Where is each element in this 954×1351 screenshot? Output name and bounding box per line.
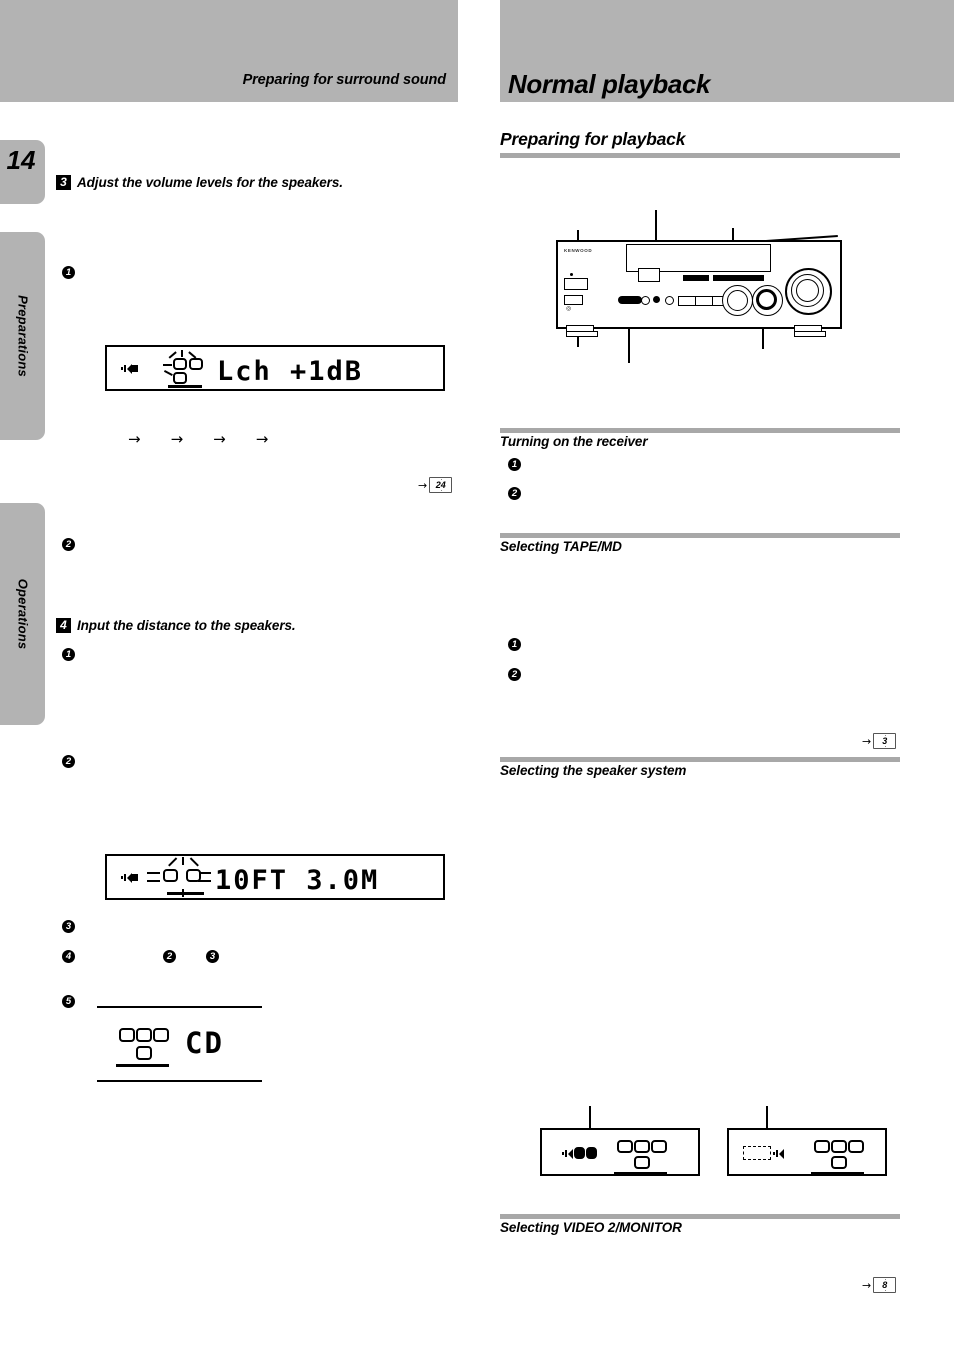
running-head: Preparing for surround sound: [242, 72, 447, 88]
arrow-3: →: [213, 430, 226, 448]
book-icon: 8: [873, 1277, 897, 1293]
sidebar-tab-preparations[interactable]: Preparations: [0, 232, 45, 440]
inline-reference-2: 2: [163, 950, 176, 963]
speaker-box-subwoofer: [831, 1156, 847, 1169]
speaker-box-front-left: [617, 1140, 633, 1153]
page-number: 14: [6, 145, 36, 175]
step-3-bullet-1: 1: [62, 266, 75, 279]
step-4-heading: 4 Input the distance to the speakers.: [56, 617, 296, 635]
speaker-box-center: [136, 1028, 152, 1042]
page-reference-3[interactable]: → 3: [862, 733, 897, 749]
step-3-heading: 3 Adjust the volume levels for the speake…: [56, 174, 343, 192]
turning-on-bullet-2: 2: [508, 487, 521, 500]
blinking-speaker-indicator: [162, 350, 217, 388]
display-underbar: [167, 892, 204, 895]
main-section-title: Preparing for playback: [500, 129, 686, 149]
display-underbar: [116, 1064, 169, 1067]
page-reference-number: 24: [434, 480, 447, 490]
step-4-title: Input the distance to the speakers.: [77, 618, 296, 634]
display-underbar: [614, 1172, 667, 1175]
page-reference-arrow: →: [862, 1278, 872, 1292]
arrow-2: →: [170, 430, 184, 448]
level-display: Lch +1dB: [105, 345, 445, 391]
speaker-box-front-right: [189, 358, 203, 370]
source-display: CD: [97, 1006, 262, 1082]
speaker-box-right: [186, 869, 201, 882]
source-display-bottom-rule: [97, 1080, 262, 1082]
speaker-icon: [773, 1148, 789, 1159]
source-display-text: CD: [185, 1026, 224, 1060]
blinking-speaker-indicator: [147, 857, 219, 899]
page-reference-8[interactable]: → 8: [862, 1277, 897, 1293]
page-reference-arrow: →: [862, 734, 872, 748]
step-4-bullet-3: 3: [62, 920, 75, 933]
speaker-box-center: [831, 1140, 847, 1153]
display-underbar: [168, 385, 202, 388]
page-reference-24[interactable]: → 24: [418, 477, 453, 493]
page-reference-number: 3: [881, 736, 889, 746]
section-rule-turning-on: [500, 428, 900, 433]
distance-display: 10FT 3.0M: [105, 854, 445, 900]
section-rule-speaker-system: [500, 757, 900, 762]
section-rule-tape-md: [500, 533, 900, 538]
arrow-4: →: [255, 430, 269, 448]
arrow-1: →: [128, 430, 141, 448]
speaker-layout-indicator: [811, 1140, 874, 1175]
speaker-box-front-right: [848, 1140, 864, 1153]
speaker-box-front-left: [119, 1028, 135, 1042]
speaker-box-center: [173, 372, 187, 384]
speaker-box-subwoofer: [634, 1156, 650, 1169]
step-4-number: 4: [56, 618, 71, 634]
step-4-bullet-5: 5: [62, 995, 75, 1008]
speaker-box-front-right: [651, 1140, 667, 1153]
sidebar-tab-operations[interactable]: Operations: [0, 503, 45, 725]
step-4-bullet-4: 4: [62, 950, 75, 963]
turning-on-bullet-1: 1: [508, 458, 521, 471]
speaker-a-on-display: [540, 1106, 700, 1176]
speaker-box-left: [163, 869, 178, 882]
tape-md-bullet-2: 2: [508, 668, 521, 681]
inline-reference-3: 3: [206, 950, 219, 963]
main-section-rule: [500, 153, 900, 158]
step-4-bullet-2: 2: [62, 755, 75, 768]
speaker-icon: [121, 363, 139, 374]
distance-display-text: 10FT 3.0M: [215, 865, 380, 896]
receiver-front-panel: KENWOOD ◎: [540, 200, 940, 380]
speaker-box-front-right: [153, 1028, 169, 1042]
section-title-video2-monitor: Selecting VIDEO 2/MONITOR: [500, 1220, 682, 1235]
step-3-title: Adjust the volume levels for the speaker…: [77, 175, 343, 191]
step-4-bullet-1: 1: [62, 648, 75, 661]
speaker-layout-indicator: [614, 1140, 677, 1175]
section-title-tape-md: Selecting TAPE/MD: [500, 539, 622, 554]
book-icon: 24: [429, 477, 453, 493]
speaker-box-front-left: [173, 358, 187, 370]
page-title: Normal playback: [508, 69, 711, 99]
speaker-indicator-off-outline: [743, 1146, 771, 1160]
speaker-box-subwoofer: [136, 1046, 152, 1060]
section-rule-video2-monitor: [500, 1214, 900, 1219]
tape-md-bullet-1: 1: [508, 638, 521, 651]
step-3-number: 3: [56, 175, 71, 191]
speaker-indicator-b: [586, 1147, 597, 1159]
sequence-arrows: → → → →: [128, 432, 268, 447]
speaker-b-off-display: [727, 1106, 887, 1176]
speaker-icon: [121, 872, 139, 883]
speaker-layout-indicator: [116, 1028, 179, 1068]
sidebar-tab-preparations-label: Preparations: [15, 295, 30, 377]
display-underbar: [811, 1172, 864, 1175]
section-title-turning-on: Turning on the receiver: [500, 434, 648, 449]
source-display-top-rule: [97, 1006, 262, 1008]
brand-label: KENWOOD: [564, 248, 593, 253]
section-title-speaker-system: Selecting the speaker system: [500, 763, 687, 778]
page-reference-number: 8: [881, 1280, 889, 1290]
step-3-bullet-2: 2: [62, 538, 75, 551]
book-icon: 3: [873, 733, 897, 749]
level-display-text: Lch +1dB: [217, 356, 364, 387]
speaker-box-center: [634, 1140, 650, 1153]
page-reference-arrow: →: [418, 478, 428, 492]
sidebar-tab-operations-label: Operations: [15, 578, 30, 650]
speaker-indicator-a: [574, 1147, 585, 1159]
speaker-box-front-left: [814, 1140, 830, 1153]
